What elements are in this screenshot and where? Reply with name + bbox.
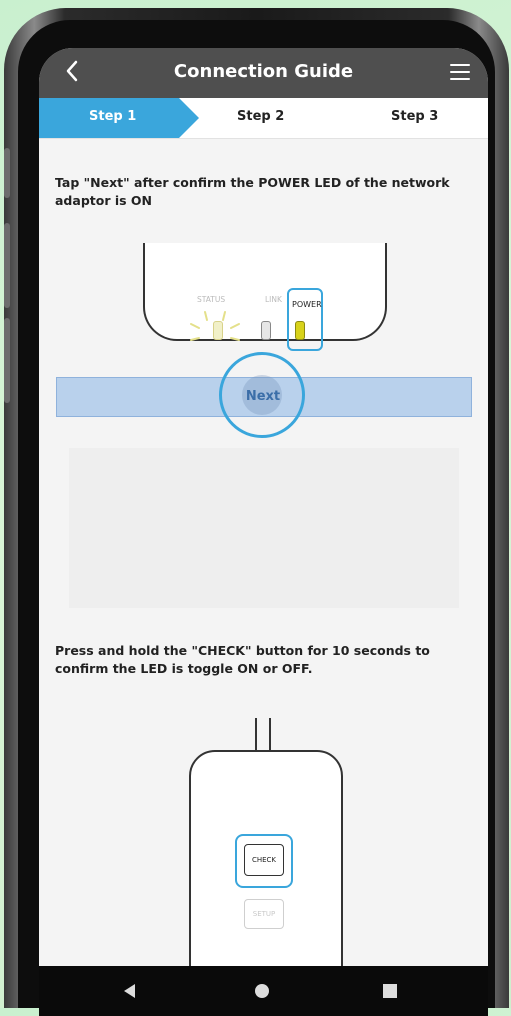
phone-frame: Connection Guide Step 1 Step 2 Step 3 Ta… [4, 8, 509, 1016]
hamburger-menu-icon[interactable] [450, 64, 470, 80]
cable-line [269, 718, 271, 750]
faded-background-panel [69, 448, 459, 608]
link-led [261, 321, 271, 340]
next-button-label[interactable]: Next [39, 389, 487, 404]
phone-side-button [4, 223, 10, 308]
nav-back-icon[interactable] [124, 984, 135, 998]
cable-line [255, 718, 257, 750]
nav-home-icon[interactable] [255, 984, 269, 998]
link-led-label: LINK [265, 295, 282, 304]
step-1-label: Step 1 [89, 109, 137, 124]
step-2-label: Step 2 [237, 109, 285, 124]
step-3-label: Step 3 [391, 109, 439, 124]
system-nav-bar [39, 966, 488, 1016]
status-led-glow-icon [190, 311, 240, 341]
check-button-instruction: Press and hold the "CHECK" button for 10… [55, 643, 430, 676]
setup-button: SETUP [244, 899, 284, 929]
check-button: CHECK [244, 844, 284, 876]
phone-side-button [4, 148, 10, 198]
phone-side-button [4, 318, 10, 403]
page-title: Connection Guide [173, 61, 354, 82]
power-led-label: POWER [292, 300, 322, 309]
network-adaptor-illustration: STATUS LINK [143, 243, 387, 341]
step-indicator: Step 1 Step 2 Step 3 [39, 98, 488, 139]
app-bar: Connection Guide [39, 48, 488, 98]
app-screen: Connection Guide Step 1 Step 2 Step 3 Ta… [39, 48, 488, 1016]
power-led-instruction: Tap "Next" after confirm the POWER LED o… [55, 175, 450, 208]
power-led-highlight [287, 288, 323, 351]
nav-recent-apps-icon[interactable] [383, 984, 397, 998]
status-led-label: STATUS [197, 295, 226, 304]
